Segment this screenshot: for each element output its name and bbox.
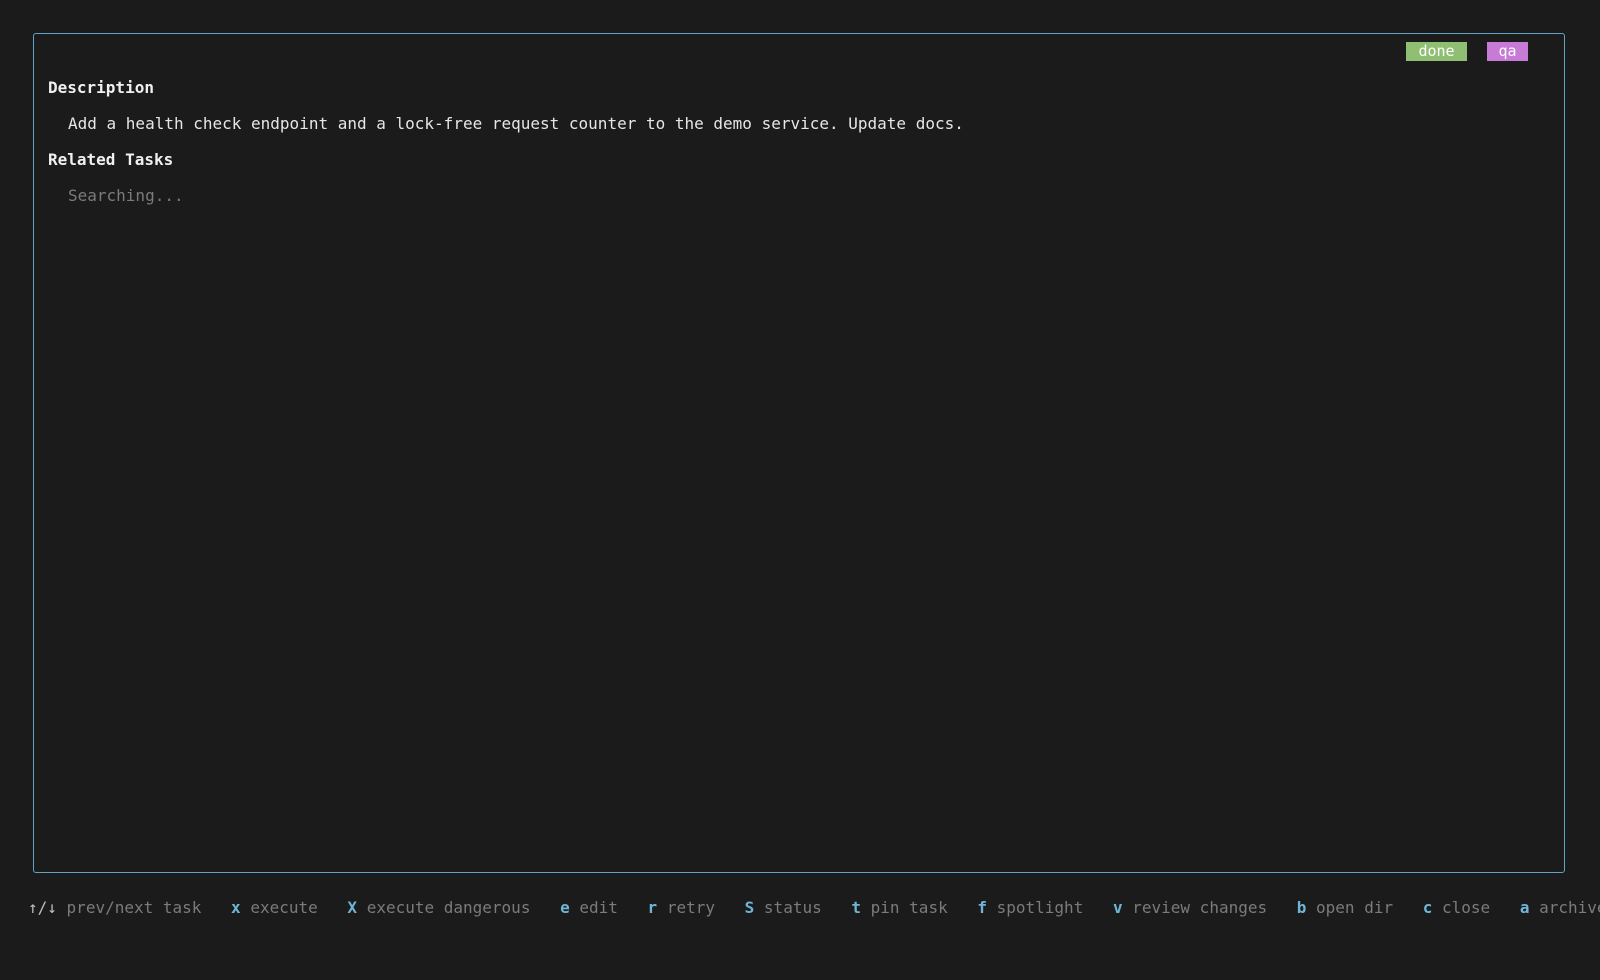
hint-key: f bbox=[977, 898, 987, 917]
hint-execute[interactable]: x execute bbox=[231, 898, 318, 917]
hint-retry[interactable]: r retry bbox=[648, 898, 715, 917]
hint-close[interactable]: c close bbox=[1423, 898, 1490, 917]
hint-key: X bbox=[347, 898, 358, 917]
hint-key: b bbox=[1296, 898, 1307, 917]
hint-status[interactable]: S status bbox=[745, 898, 822, 917]
hint-label: close bbox=[1442, 898, 1491, 917]
hint-key: e bbox=[560, 898, 570, 917]
hint-execute-dangerous[interactable]: X execute dangerous bbox=[347, 898, 530, 917]
hint-label: spotlight bbox=[996, 898, 1084, 917]
related-tasks-status: Searching... bbox=[68, 186, 184, 205]
hint-label: open dir bbox=[1316, 898, 1394, 917]
hint-label: execute dangerous bbox=[366, 898, 531, 917]
hint-key: ↑/↓ bbox=[28, 898, 57, 917]
hint-key: v bbox=[1112, 898, 1123, 917]
hint-key: r bbox=[647, 898, 658, 917]
tag-badge: qa bbox=[1487, 42, 1528, 61]
hint-label: edit bbox=[579, 898, 618, 917]
description-heading: Description bbox=[48, 78, 154, 97]
hint-pin-task[interactable]: t pin task bbox=[851, 898, 947, 917]
hint-label: archive bbox=[1539, 898, 1600, 917]
hint-key: x bbox=[231, 898, 241, 917]
hint-edit[interactable]: e edit bbox=[560, 898, 618, 917]
hint-label: review changes bbox=[1132, 898, 1268, 917]
description-text: Add a health check endpoint and a lock-f… bbox=[68, 114, 964, 133]
related-tasks-heading: Related Tasks bbox=[48, 150, 174, 169]
hint-key: t bbox=[851, 898, 861, 917]
keybinding-hints: ↑/↓ prev/next task x execute X execute d… bbox=[28, 898, 1600, 917]
task-detail-panel: done qa Description Add a health check e… bbox=[33, 33, 1565, 873]
task-badges: done qa bbox=[1406, 42, 1528, 61]
hint-archive[interactable]: a archive bbox=[1520, 898, 1600, 917]
hint-key: a bbox=[1519, 898, 1530, 917]
hint-open-dir[interactable]: b open dir bbox=[1297, 898, 1393, 917]
status-badge: done bbox=[1406, 42, 1467, 61]
hint-prev-next-task[interactable]: ↑/↓ prev/next task bbox=[28, 898, 201, 917]
hint-label: status bbox=[763, 898, 822, 917]
hint-spotlight[interactable]: f spotlight bbox=[977, 898, 1083, 917]
hint-key: S bbox=[744, 898, 755, 917]
hint-label: retry bbox=[666, 898, 715, 917]
hint-label: execute bbox=[250, 898, 318, 917]
hint-key: c bbox=[1422, 898, 1433, 917]
hint-label: pin task bbox=[870, 898, 948, 917]
hint-review-changes[interactable]: v review changes bbox=[1113, 898, 1267, 917]
hint-label: prev/next task bbox=[66, 898, 202, 917]
